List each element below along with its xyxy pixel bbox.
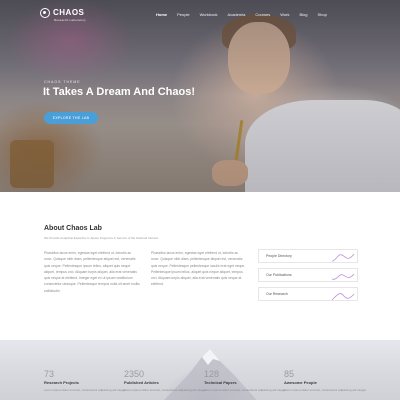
nav-item-courses[interactable]: Courses	[255, 12, 270, 17]
hero-eyebrow: CHAOS THEME	[44, 80, 81, 84]
stat-description: Lorem ipsum dolor sit amet, consectetur …	[204, 388, 287, 392]
nav-item-home[interactable]: Home	[156, 12, 167, 17]
hero-title: It Takes A Dream And Chaos!	[43, 86, 195, 98]
link-label: Our Publications	[266, 273, 292, 277]
wave-graph-icon	[331, 253, 355, 262]
stat-number: 128	[204, 369, 220, 379]
logo-icon	[40, 8, 50, 18]
stats-section: 73 Research Projects Lorem ipsum dolor s…	[0, 340, 400, 400]
nav-item-work[interactable]: Work	[280, 12, 289, 17]
stat-label: Research Projects	[44, 380, 79, 385]
link-our-research[interactable]: Our Research	[258, 287, 358, 301]
nav-item-workbook[interactable]: Workbook	[200, 12, 218, 17]
link-label: People Directory	[266, 254, 292, 258]
stat-technical-papers: 128 Technical Papers Lorem ipsum dolor s…	[204, 369, 287, 393]
about-links: People Directory Our Publications Our Re…	[258, 249, 358, 306]
hero-section: CHAOS Research Laboratory Home People Wo…	[0, 0, 400, 192]
logo-tagline: Research Laboratory	[54, 18, 86, 22]
link-our-publications[interactable]: Our Publications	[258, 268, 358, 282]
about-title: About Chaos Lab	[44, 225, 102, 232]
logo[interactable]: CHAOS Research Laboratory	[40, 8, 86, 22]
stat-number: 85	[284, 369, 295, 379]
stat-description: Lorem ipsum dolor sit amet, consectetur …	[44, 388, 127, 392]
about-text-column-1: Phasellus lacus enim, egestas eget eleif…	[44, 251, 140, 293]
about-text-column-2: Phasellus lacus enim, egestas eget eleif…	[151, 251, 246, 287]
link-label: Our Research	[266, 292, 288, 296]
link-people-directory[interactable]: People Directory	[258, 249, 358, 263]
stat-description: Lorem ipsum dolor sit amet, consectetur …	[284, 388, 367, 392]
wave-graph-icon	[331, 273, 355, 280]
nav-item-people[interactable]: People	[177, 12, 189, 17]
navbar: CHAOS Research Laboratory Home People Wo…	[0, 0, 400, 30]
stat-published-articles: 2350 Published Articles Lorem ipsum dolo…	[124, 369, 207, 393]
nav-item-shop[interactable]: Shop	[318, 12, 327, 17]
nav-item-blog[interactable]: Blog	[300, 12, 308, 17]
explore-lab-button[interactable]: EXPLORE THE LAB	[44, 112, 98, 124]
stat-number: 2350	[124, 369, 145, 379]
stat-research-projects: 73 Research Projects Lorem ipsum dolor s…	[44, 369, 127, 393]
stat-label: Technical Papers	[204, 380, 237, 385]
nav-item-academia[interactable]: Academia	[228, 12, 246, 17]
wave-graph-icon	[331, 293, 355, 301]
stat-label: Awesome People	[284, 380, 317, 385]
logo-text: CHAOS	[53, 8, 85, 17]
stat-label: Published Articles	[124, 380, 159, 385]
about-section: About Chaos Lab We Provide Analytical Ex…	[0, 192, 400, 340]
about-subtitle: We Provide Analytical Expertise to Space…	[44, 236, 159, 240]
main-nav: Home People Workbook Academia Courses Wo…	[156, 12, 337, 17]
stat-awesome-people: 85 Awesome People Lorem ipsum dolor sit …	[284, 369, 367, 393]
stat-description: Lorem ipsum dolor sit amet, consectetur …	[124, 388, 207, 392]
stat-number: 73	[44, 369, 55, 379]
